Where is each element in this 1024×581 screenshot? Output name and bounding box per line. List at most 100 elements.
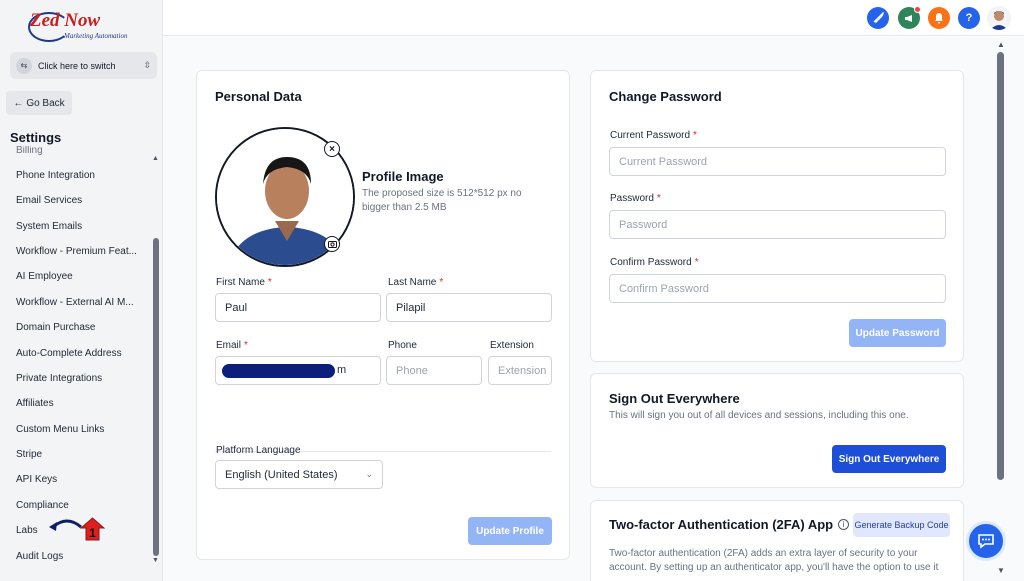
extension-field[interactable]: Extension — [488, 356, 552, 385]
last-name-label: Last Name * — [388, 277, 443, 288]
sidebar-item-auto-complete-address[interactable]: Auto-Complete Address — [16, 348, 122, 359]
sidebar-item-workflow-premium[interactable]: Workflow - Premium Feat... — [16, 246, 137, 257]
sidebar-item-custom-menu-links[interactable]: Custom Menu Links — [16, 424, 104, 435]
sidebar-item-system-emails[interactable]: System Emails — [16, 221, 82, 232]
top-bar: ? — [163, 0, 1024, 36]
current-password-label-text: Current Password — [610, 130, 691, 141]
update-profile-button[interactable]: Update Profile — [468, 517, 552, 545]
rocket-icon[interactable] — [867, 7, 889, 29]
two-factor-card: Two-factor Authentication (2FA) App i Ge… — [590, 500, 964, 581]
profile-image-title: Profile Image — [362, 169, 444, 184]
required-mark: * — [439, 277, 444, 288]
info-icon[interactable]: i — [838, 519, 849, 530]
callout-number: 1 — [89, 526, 96, 540]
main-content: Personal Data × Profile Image The propos… — [163, 37, 1024, 581]
two-factor-description: Two-factor authentication (2FA) adds an … — [609, 548, 939, 573]
sidebar-item-labs[interactable]: Labs — [16, 525, 38, 536]
help-label: ? — [965, 12, 973, 24]
personal-data-card: Personal Data × Profile Image The propos… — [196, 70, 570, 560]
arrow-left-icon: ← — [13, 97, 24, 109]
sidebar-item-domain-purchase[interactable]: Domain Purchase — [16, 322, 95, 333]
first-name-label-text: First Name — [216, 277, 265, 288]
change-password-card: Change Password Current Password * Curren… — [590, 70, 964, 362]
chat-widget-icon[interactable] — [966, 521, 1006, 561]
generate-backup-code-button[interactable]: Generate Backup Code — [853, 513, 950, 537]
logo-text: Zed Now — [30, 10, 101, 31]
sign-out-everywhere-button[interactable]: Sign Out Everywhere — [832, 445, 946, 473]
go-back-label: Go Back — [26, 97, 65, 109]
bell-icon[interactable] — [928, 7, 950, 29]
extension-label: Extension — [490, 340, 534, 351]
sidebar-item-audit-logs[interactable]: Audit Logs — [16, 551, 63, 562]
megaphone-icon[interactable] — [898, 6, 921, 29]
settings-heading: Settings — [10, 130, 62, 145]
email-label: Email * — [216, 340, 248, 351]
logo-tagline: Marketing Automation — [64, 32, 128, 40]
sidebar-item-billing[interactable]: Billing — [16, 146, 43, 156]
language-value: English (United States) — [225, 468, 338, 481]
email-visible-tail: m — [337, 364, 347, 376]
notification-dot — [914, 6, 921, 13]
help-icon[interactable]: ? — [958, 7, 980, 29]
app-logo[interactable]: Zed Now Marketing Automation — [28, 10, 148, 44]
phone-field[interactable]: Phone — [386, 356, 482, 385]
sidebar-item-phone-integration[interactable]: Phone Integration — [16, 170, 95, 181]
required-mark: * — [693, 130, 697, 141]
password-field[interactable]: Password — [609, 210, 946, 239]
main-scroll-up-icon[interactable]: ▲ — [997, 40, 1005, 49]
email-field[interactable]: m — [215, 356, 381, 385]
sidebar-item-compliance[interactable]: Compliance — [16, 500, 69, 511]
close-icon[interactable]: × — [324, 141, 340, 157]
password-label: Password * — [610, 193, 661, 204]
sign-out-description: This will sign you out of all devices an… — [609, 410, 909, 421]
last-name-field[interactable]: Pilapil — [386, 293, 552, 322]
profile-image-hint: The proposed size is 512*512 px no bigge… — [362, 188, 522, 213]
chevron-down-icon: ⌄ — [365, 469, 373, 479]
callout-badge: 1 — [80, 517, 105, 541]
required-mark: * — [244, 340, 248, 351]
callout-arrow-icon — [49, 519, 82, 531]
two-factor-title: Two-factor Authentication (2FA) App — [609, 517, 834, 532]
current-password-field[interactable]: Current Password — [609, 147, 946, 176]
required-mark: * — [267, 277, 272, 288]
language-select[interactable]: English (United States) ⌄ — [215, 460, 383, 489]
sidebar-item-affiliates[interactable]: Affiliates — [16, 398, 54, 409]
go-back-button[interactable]: ← Go Back — [6, 91, 72, 115]
email-label-text: Email — [216, 340, 242, 351]
confirm-password-label: Confirm Password * — [610, 257, 699, 268]
main-scroll-down-icon[interactable]: ▼ — [997, 566, 1005, 575]
required-mark: * — [656, 193, 661, 204]
user-avatar[interactable] — [987, 6, 1011, 30]
confirm-password-label-text: Confirm Password — [610, 257, 692, 268]
first-name-field[interactable]: Paul — [215, 293, 381, 322]
personal-data-title: Personal Data — [215, 89, 302, 104]
account-switcher[interactable]: ⇆ Click here to switch ⇳ — [10, 52, 157, 79]
phone-label: Phone — [388, 340, 417, 351]
update-password-button[interactable]: Update Password — [849, 319, 946, 347]
last-name-label-text: Last Name — [388, 277, 437, 288]
switch-icon: ⇆ — [16, 57, 32, 74]
settings-nav: Billing Phone Integration Email Services… — [0, 146, 150, 571]
sidebar-item-private-integrations[interactable]: Private Integrations — [16, 373, 102, 384]
email-redaction — [222, 364, 335, 378]
sidebar-scroll-up-icon[interactable]: ▲ — [152, 155, 159, 162]
current-password-label: Current Password * — [610, 130, 697, 141]
first-name-label: First Name * — [216, 277, 272, 288]
sidebar-item-api-keys[interactable]: API Keys — [16, 474, 57, 485]
language-label: Platform Language — [216, 445, 301, 456]
chevron-updown-icon: ⇳ — [143, 60, 151, 70]
required-mark: * — [694, 257, 699, 268]
sidebar-item-stripe[interactable]: Stripe — [16, 449, 42, 460]
sidebar-scrollbar[interactable] — [153, 238, 159, 556]
sidebar-item-ai-employee[interactable]: AI Employee — [16, 271, 73, 282]
change-password-title: Change Password — [609, 89, 722, 104]
sidebar-item-workflow-external-ai[interactable]: Workflow - External AI M... — [16, 297, 134, 308]
main-scrollbar[interactable] — [997, 52, 1004, 480]
sidebar-scroll-down-icon[interactable]: ▼ — [152, 557, 159, 564]
sidebar-item-email-services[interactable]: Email Services — [16, 195, 82, 206]
camera-icon[interactable] — [324, 236, 340, 252]
account-switcher-label: Click here to switch — [38, 60, 116, 71]
confirm-password-field[interactable]: Confirm Password — [609, 274, 946, 303]
sign-out-card: Sign Out Everywhere This will sign you o… — [590, 373, 964, 488]
sidebar: Zed Now Marketing Automation ⇆ Click her… — [0, 0, 163, 581]
